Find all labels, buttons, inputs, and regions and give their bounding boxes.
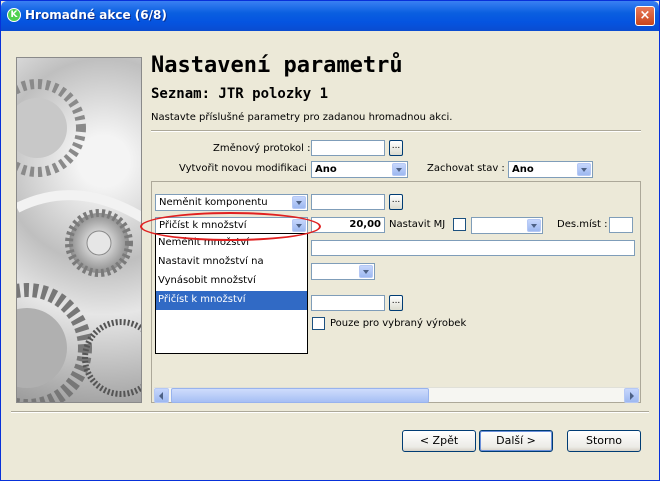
vytvorit-modifikaci-value: Ano xyxy=(315,164,337,175)
komponenta-action-select[interactable]: Neměnit komponentu xyxy=(155,194,308,211)
row3-input[interactable] xyxy=(311,240,635,256)
chevron-down-icon[interactable] xyxy=(359,265,373,278)
dropdown-option[interactable]: Nastavit množství na xyxy=(156,253,307,272)
des-mist-input[interactable] xyxy=(609,217,633,233)
vytvorit-modifikaci-label: Vytvořit novou modifikaci : xyxy=(179,163,314,174)
back-button[interactable]: < Zpět xyxy=(402,430,476,452)
wizard-window: K Hromadné akce (6/8) × Nastavení parame… xyxy=(0,0,660,481)
row4-select[interactable] xyxy=(311,263,375,280)
nastavit-mj-checkbox[interactable] xyxy=(453,218,466,231)
chevron-down-icon[interactable] xyxy=(577,163,591,176)
mnozstvi-dropdown-list[interactable]: Neměnit množství Nastavit množství na Vy… xyxy=(155,233,308,354)
vytvorit-modifikaci-select[interactable]: Ano xyxy=(311,161,408,178)
horizontal-scrollbar[interactable] xyxy=(154,387,639,403)
page-subtitle: Seznam: JTR polozky 1 xyxy=(151,86,329,102)
page-title: Nastavení parametrů xyxy=(151,53,403,78)
chevron-down-icon[interactable] xyxy=(527,219,541,232)
page-description: Nastavte příslušné parametry pro zadanou… xyxy=(151,112,453,123)
gears-illustration xyxy=(16,57,142,403)
dropdown-option[interactable]: Vynásobit množství xyxy=(156,272,307,291)
zmenovy-protokol-browse-button[interactable]: ... xyxy=(389,140,403,156)
highlight-annotation xyxy=(140,212,321,241)
chevron-down-icon[interactable] xyxy=(392,163,406,176)
mnozstvi-input[interactable]: 20,00 xyxy=(311,217,385,233)
scroll-left-icon[interactable] xyxy=(154,388,169,403)
scroll-right-icon[interactable] xyxy=(624,388,639,403)
header-separator xyxy=(151,130,641,132)
nastavit-mj-label: Nastavit MJ xyxy=(389,219,446,230)
zmenovy-protokol-input[interactable] xyxy=(311,140,385,156)
chevron-down-icon[interactable] xyxy=(292,196,306,209)
komponenta-browse-button[interactable]: ... xyxy=(389,194,403,210)
close-button[interactable]: × xyxy=(635,6,655,26)
zachovat-stav-select[interactable]: Ano xyxy=(508,161,593,178)
pouze-checkbox[interactable] xyxy=(312,317,325,330)
app-icon: K xyxy=(7,8,21,22)
window-title: Hromadné akce (6/8) xyxy=(25,8,167,22)
komponenta-action-value: Neměnit komponentu xyxy=(159,197,268,208)
zachovat-stav-label: Zachovat stav : xyxy=(427,163,505,174)
zmenovy-protokol-label: Změnový protokol : xyxy=(213,143,311,154)
pouze-label: Pouze pro vybraný výrobek xyxy=(330,318,467,329)
title-bar[interactable]: K Hromadné akce (6/8) × xyxy=(1,1,659,31)
footer-separator xyxy=(11,411,649,413)
scrollbar-thumb[interactable] xyxy=(171,388,429,403)
next-button[interactable]: Další > xyxy=(479,430,553,452)
des-mist-label: Des.míst : xyxy=(557,219,608,230)
row5-input[interactable] xyxy=(311,295,385,311)
dropdown-option-selected[interactable]: Přičíst k množství xyxy=(156,291,307,310)
cancel-button[interactable]: Storno xyxy=(567,430,641,452)
row5-browse-button[interactable]: ... xyxy=(389,295,403,311)
komponenta-input[interactable] xyxy=(311,194,385,210)
mj-select[interactable] xyxy=(471,217,543,234)
zachovat-stav-value: Ano xyxy=(512,164,534,175)
